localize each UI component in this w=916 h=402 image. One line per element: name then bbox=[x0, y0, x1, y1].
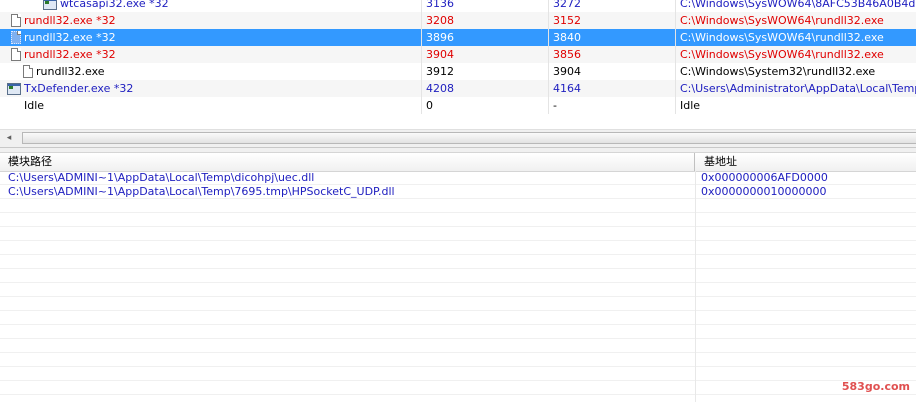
process-name-cell: TxDefender.exe *32 bbox=[0, 80, 420, 97]
document-icon bbox=[11, 48, 21, 61]
process-path: C:\Windows\SysWOW64\rundll32.exe bbox=[680, 31, 884, 44]
document-icon bbox=[11, 14, 21, 27]
process-parent-pid: 3856 bbox=[553, 48, 581, 61]
module-base-address: 0x0000000010000000 bbox=[701, 185, 827, 198]
process-pid: 3896 bbox=[426, 31, 454, 44]
process-pid: 4208 bbox=[426, 82, 454, 95]
process-path: C:\Windows\SysWOW64\rundll32.exe bbox=[680, 14, 884, 27]
column-divider bbox=[421, 0, 422, 114]
process-parent-pid: - bbox=[553, 99, 557, 112]
process-name-cell: rundll32.exe *32 bbox=[0, 29, 420, 46]
process-name: rundll32.exe *32 bbox=[24, 31, 116, 44]
empty-row bbox=[0, 269, 916, 283]
empty-row bbox=[0, 255, 916, 269]
horizontal-scrollbar[interactable]: ◂ bbox=[0, 129, 916, 147]
module-list-header: 模块路径 基地址 bbox=[0, 152, 916, 172]
process-parent-pid: 4164 bbox=[553, 82, 581, 95]
process-row[interactable]: wtcasapi32.exe *32 3136 3272 C:\Windows\Sys… bbox=[0, 0, 916, 12]
module-list[interactable]: C:\Users\ADMINI~1\AppData\Local\Temp\dic… bbox=[0, 171, 916, 402]
app-icon bbox=[43, 0, 57, 10]
process-name-cell: wtcasapi32.exe *32 bbox=[0, 0, 420, 12]
process-path: C:\Windows\SysWOW64\rundll32.exe bbox=[680, 48, 884, 61]
empty-row bbox=[0, 227, 916, 241]
column-header-base-address[interactable]: 基地址 bbox=[696, 153, 916, 171]
watermark: 583go.com bbox=[841, 380, 910, 393]
column-divider bbox=[695, 171, 696, 402]
process-name: rundll32.exe *32 bbox=[24, 14, 116, 27]
process-row[interactable]: rundll32.exe *32 3208 3152 C:\Windows\SysWO… bbox=[0, 12, 916, 29]
process-path: C:\Windows\System32\rundll32.exe bbox=[680, 65, 876, 78]
module-row[interactable]: C:\Users\ADMINI~1\AppData\Local\Temp\dic… bbox=[0, 171, 916, 185]
column-divider bbox=[675, 0, 676, 114]
empty-row bbox=[0, 199, 916, 213]
process-list[interactable]: Idle 0 - Idle TxDefender.exe *32 4208 4164 C:\U… bbox=[0, 0, 916, 114]
process-name-cell: rundll32.exe *32 bbox=[0, 46, 420, 63]
process-name: wtcasapi32.exe *32 bbox=[60, 0, 169, 10]
empty-row bbox=[0, 297, 916, 311]
empty-row bbox=[0, 241, 916, 255]
process-row[interactable]: TxDefender.exe *32 4208 4164 C:\Users\Admin… bbox=[0, 80, 916, 97]
process-name-cell: rundll32.exe bbox=[0, 63, 420, 80]
scroll-left-arrow-icon[interactable]: ◂ bbox=[3, 132, 15, 145]
module-path: C:\Users\ADMINI~1\AppData\Local\Temp\769… bbox=[8, 185, 395, 198]
document-icon bbox=[11, 31, 21, 44]
empty-row bbox=[0, 283, 916, 297]
process-path: C:\Users\Administrator\AppData\Local\Tem… bbox=[680, 82, 916, 95]
process-parent-pid: 3840 bbox=[553, 31, 581, 44]
process-parent-pid: 3904 bbox=[553, 65, 581, 78]
empty-row bbox=[0, 367, 916, 381]
module-row[interactable]: C:\Users\ADMINI~1\AppData\Local\Temp\769… bbox=[0, 185, 916, 199]
module-path: C:\Users\ADMINI~1\AppData\Local\Temp\dic… bbox=[8, 171, 315, 184]
empty-row bbox=[0, 213, 916, 227]
empty-row bbox=[0, 325, 916, 339]
empty-row bbox=[0, 381, 916, 395]
process-path: Idle bbox=[680, 99, 701, 112]
app-icon bbox=[7, 83, 21, 95]
process-name: rundll32.exe *32 bbox=[24, 48, 116, 61]
empty-row bbox=[0, 353, 916, 367]
process-pid: 3208 bbox=[426, 14, 454, 27]
column-divider bbox=[548, 0, 549, 114]
process-name-cell: Idle bbox=[0, 97, 420, 114]
empty-row bbox=[0, 339, 916, 353]
process-parent-pid: 3272 bbox=[553, 0, 581, 10]
process-row[interactable]: rundll32.exe *32 3896 3840 C:\Windows\SysWO… bbox=[0, 29, 916, 46]
process-parent-pid: 3152 bbox=[553, 14, 581, 27]
process-name-cell: rundll32.exe *32 bbox=[0, 12, 420, 29]
process-pid: 3136 bbox=[426, 0, 454, 10]
document-icon bbox=[23, 65, 33, 78]
process-row[interactable]: rundll32.exe *32 3904 3856 C:\Windows\SysWO… bbox=[0, 46, 916, 63]
scrollbar-thumb[interactable] bbox=[22, 132, 916, 144]
process-pid: 3904 bbox=[426, 48, 454, 61]
process-pid: 3912 bbox=[426, 65, 454, 78]
process-name: Idle bbox=[24, 99, 45, 112]
process-path: C:\Windows\SysWOW64\8AFC53B46A0B4dbd9E bbox=[680, 0, 916, 10]
process-name: TxDefender.exe *32 bbox=[24, 82, 134, 95]
empty-row bbox=[0, 311, 916, 325]
module-base-address: 0x000000006AFD0000 bbox=[701, 171, 828, 184]
column-header-module-path[interactable]: 模块路径 bbox=[0, 153, 695, 171]
process-pid: 0 bbox=[426, 99, 433, 112]
process-row[interactable]: Idle 0 - Idle bbox=[0, 97, 916, 114]
process-name: rundll32.exe bbox=[36, 65, 105, 78]
process-row[interactable]: rundll32.exe 3912 3904 C:\Windows\System32\… bbox=[0, 63, 916, 80]
